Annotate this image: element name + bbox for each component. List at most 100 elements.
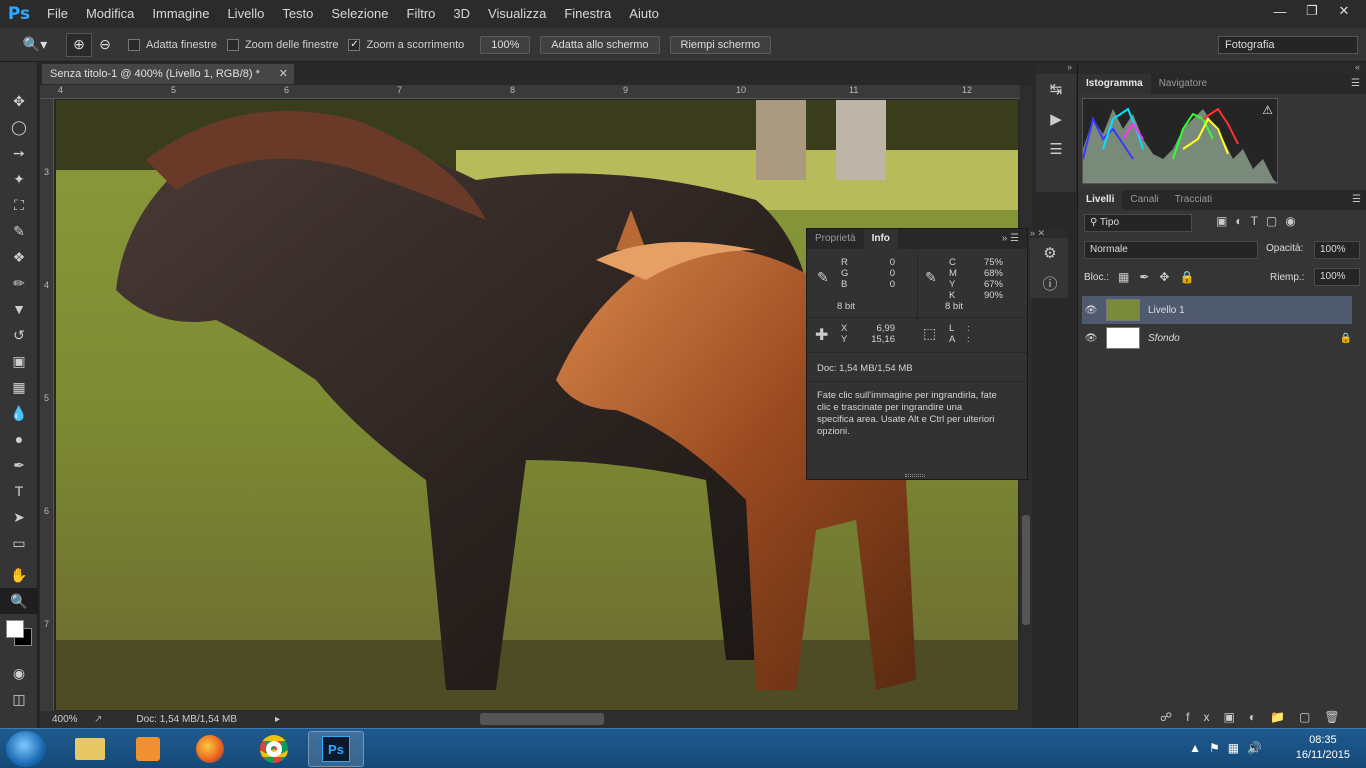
menu-visualizza[interactable]: Visualizza	[479, 0, 555, 28]
warning-icon[interactable]: ⚠	[1262, 103, 1273, 117]
firefox-icon[interactable]	[182, 731, 238, 767]
histogram-menu-icon[interactable]: ☰	[1351, 74, 1366, 94]
clock[interactable]: 08:35 16/11/2015	[1296, 733, 1350, 763]
info-l: L:	[949, 323, 970, 334]
layer-filter-icons[interactable]: ▣◐T▢◉	[1216, 214, 1304, 228]
fill-screen-button[interactable]: Riempi schermo	[669, 35, 771, 54]
screen-mode-icon[interactable]: ◫	[0, 686, 38, 712]
menu-3d[interactable]: 3D	[444, 0, 479, 28]
zoom-100-button[interactable]: 100%	[480, 35, 531, 54]
move-tool-icon[interactable]: ✥	[0, 88, 38, 114]
tab-istogramma[interactable]: Istogramma	[1078, 74, 1151, 94]
menu-file[interactable]: File	[38, 0, 77, 28]
tab-livelli[interactable]: Livelli	[1078, 190, 1123, 210]
menu-finestra[interactable]: Finestra	[555, 0, 620, 28]
blur-tool-icon[interactable]: 💧	[0, 400, 38, 426]
eyedropper-tool-icon[interactable]: ✎	[0, 218, 38, 244]
tab-canali[interactable]: Canali	[1122, 190, 1166, 210]
tab-proprieta[interactable]: Proprietà	[807, 229, 864, 249]
brush-tool-icon[interactable]: ✏	[0, 270, 38, 296]
history-brush-tool-icon[interactable]: ↺	[0, 322, 38, 348]
layers-menu-icon[interactable]: ☰	[1352, 190, 1366, 210]
restore-icon[interactable]: ❐	[1296, 0, 1328, 22]
pen-tool-icon[interactable]: ✒	[0, 452, 38, 478]
type-tool-icon[interactable]: T	[0, 478, 38, 504]
hand-tool-icon[interactable]: ✋	[0, 562, 38, 588]
menu-testo[interactable]: Testo	[273, 0, 322, 28]
file-explorer-icon[interactable]	[62, 731, 118, 767]
dodge-tool-icon[interactable]: ●	[0, 426, 38, 452]
windows-taskbar: Ps ▲⚑▦🔊 08:35 16/11/2015	[0, 728, 1366, 768]
status-menu-icon[interactable]: ▸	[275, 714, 280, 725]
properties-panel-icon[interactable]: ⚙	[1030, 238, 1070, 268]
eyedropper-rgb-icon: ✎	[817, 269, 829, 285]
menu-selezione[interactable]: Selezione	[322, 0, 397, 28]
blend-mode-select[interactable]: Normale	[1084, 241, 1258, 259]
actions-panel-icon[interactable]: ▶	[1036, 104, 1076, 134]
color-swatches[interactable]	[0, 614, 37, 660]
layer-filter-select[interactable]: ⚲ Tipo	[1084, 214, 1192, 232]
layer-name[interactable]: Livello 1	[1148, 305, 1185, 316]
minimize-icon[interactable]: —	[1264, 0, 1296, 22]
menu-livello[interactable]: Livello	[218, 0, 273, 28]
menu-modifica[interactable]: Modifica	[77, 0, 143, 28]
healing-tool-icon[interactable]: ❖	[0, 244, 38, 270]
zoom-out-icon[interactable]: ⊖	[92, 33, 118, 57]
stamp-tool-icon[interactable]: ▼	[0, 296, 38, 322]
zoom-level[interactable]: 400%	[52, 714, 84, 725]
fill-input[interactable]: 100%	[1314, 268, 1360, 286]
ruler-h-label: 9	[623, 85, 629, 95]
foreground-color-swatch[interactable]	[6, 620, 24, 638]
zoom-in-icon[interactable]: ⊕	[66, 32, 92, 57]
layers-panel: Livelli Canali Tracciati ☰	[1078, 190, 1366, 210]
quick-select-tool-icon[interactable]: ✦	[0, 166, 38, 192]
adatta-finestre-checkbox[interactable]: Adatta finestre	[128, 38, 217, 51]
export-icon[interactable]: ↗	[94, 714, 102, 725]
close-tab-icon[interactable]: ✕	[279, 64, 288, 84]
opacity-input[interactable]: 100%	[1314, 241, 1360, 259]
zoom-finestre-checkbox[interactable]: Zoom delle finestre	[226, 38, 338, 51]
media-player-icon[interactable]	[120, 731, 176, 767]
resize-grip[interactable]	[905, 474, 925, 477]
photoshop-taskbar-icon[interactable]: Ps	[308, 731, 364, 767]
path-select-tool-icon[interactable]: ➤	[0, 504, 38, 530]
panel-menu-icon[interactable]: » ☰	[1002, 229, 1027, 249]
tab-info[interactable]: Info	[863, 229, 898, 249]
layer-row-sfondo[interactable]: 👁 Sfondo 🔒	[1082, 324, 1352, 352]
tool-presets-icon[interactable]: ☰	[1036, 134, 1076, 164]
workspace-select[interactable]: Fotografia	[1218, 36, 1358, 54]
zoom-scorrimento-checkbox[interactable]: ✓ Zoom a scorrimento	[348, 38, 464, 51]
fit-screen-button[interactable]: Adatta allo schermo	[540, 35, 660, 54]
marquee-tool-icon[interactable]: ◯	[0, 114, 38, 140]
menu-filtro[interactable]: Filtro	[398, 0, 445, 28]
layer-name[interactable]: Sfondo	[1148, 333, 1180, 344]
layer-row-livello-1[interactable]: 👁 Livello 1	[1082, 296, 1352, 324]
lock-icons[interactable]: ▦✒✥🔒	[1118, 270, 1204, 284]
lasso-tool-icon[interactable]: ➙	[0, 140, 38, 166]
eraser-tool-icon[interactable]: ▣	[0, 348, 38, 374]
horizontal-scroll-thumb[interactable]	[480, 713, 604, 725]
history-panel-icon[interactable]: ↹	[1036, 74, 1076, 104]
zoom-tool-preset-icon[interactable]: 🔍▾	[18, 33, 52, 57]
rectangle-tool-icon[interactable]: ▭	[0, 530, 38, 556]
close-icon[interactable]: ✕	[1328, 0, 1360, 22]
vertical-scroll-thumb[interactable]	[1022, 515, 1030, 625]
visibility-eye-icon[interactable]: 👁	[1082, 305, 1100, 316]
start-button[interactable]	[6, 731, 46, 767]
gradient-tool-icon[interactable]: ▦	[0, 374, 38, 400]
visibility-eye-icon[interactable]: 👁	[1082, 333, 1100, 344]
info-hint: Fate clic sull'immagine per ingrandirla,…	[817, 390, 997, 437]
chrome-icon[interactable]	[246, 731, 302, 767]
quick-mask-icon[interactable]: ◉	[0, 660, 38, 686]
tab-tracciati[interactable]: Tracciati	[1167, 190, 1220, 210]
crop-tool-icon[interactable]: ⛶	[0, 192, 38, 218]
menu-immagine[interactable]: Immagine	[143, 0, 218, 28]
layer-footer-icons[interactable]: ☍fx▣◐📁▢🗑	[1160, 710, 1354, 724]
info-panel-icon[interactable]: ⓘ	[1030, 268, 1070, 298]
ruler-v-label: 3	[44, 167, 50, 177]
tray-icons[interactable]: ▲⚑▦🔊	[1189, 741, 1270, 755]
menu-aiuto[interactable]: Aiuto	[620, 0, 668, 28]
zoom-tool-icon[interactable]: 🔍	[0, 588, 38, 614]
document-tab[interactable]: Senza titolo-1 @ 400% (Livello 1, RGB/8)…	[42, 64, 294, 84]
tab-navigatore[interactable]: Navigatore	[1151, 74, 1215, 94]
